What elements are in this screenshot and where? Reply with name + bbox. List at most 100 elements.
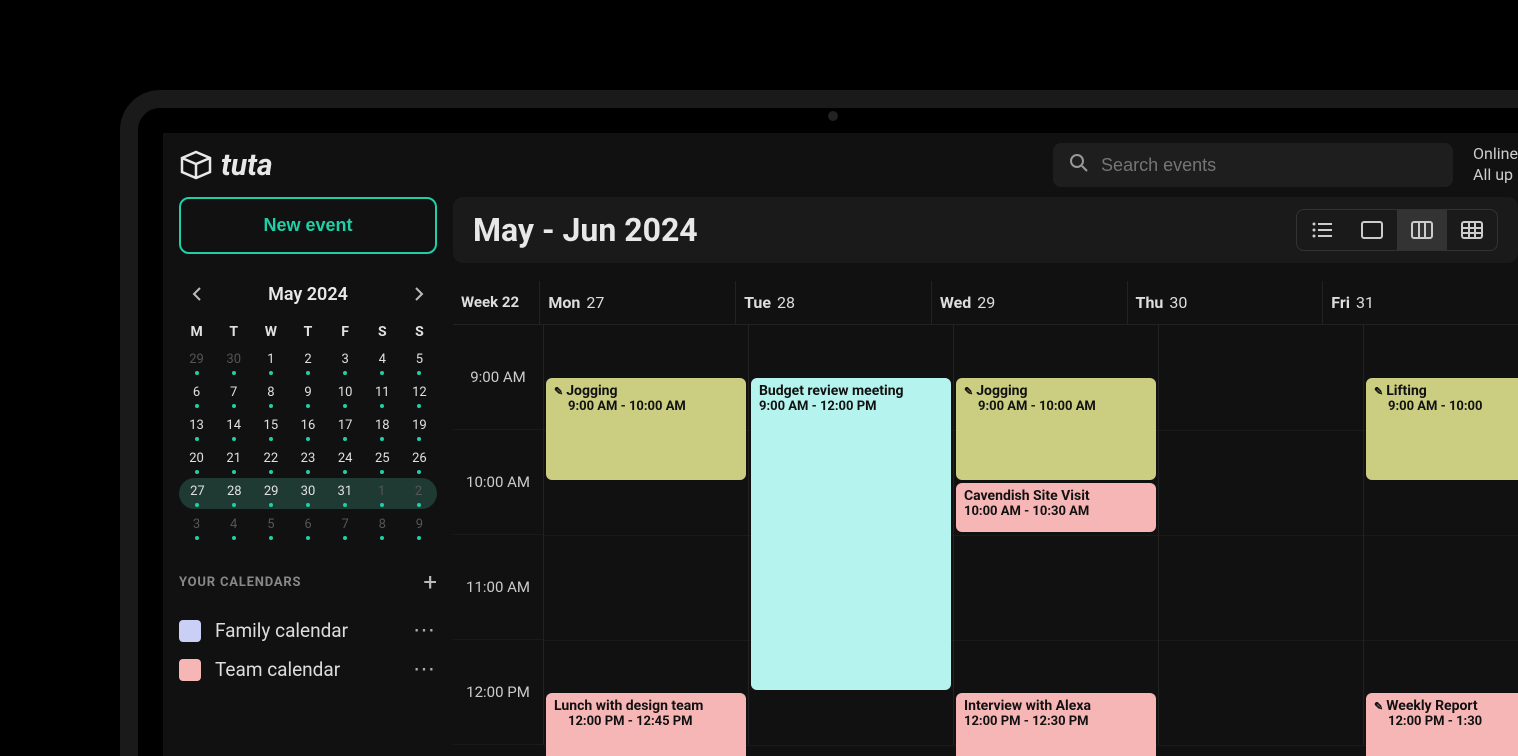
main: New event May 2024 MTWTFSS29301234567891… (163, 197, 1518, 756)
calendar-item[interactable]: Family calendar⋯ (179, 618, 437, 643)
day-column[interactable]: ✎Jogging9:00 AM - 10:00 AMCavendish Site… (953, 325, 1158, 745)
mini-day[interactable]: 3 (328, 346, 363, 377)
next-month-button[interactable] (405, 280, 433, 308)
brand-text: tuta (221, 148, 273, 183)
day-column[interactable]: ✎Jogging9:00 AM - 10:00 AMLunch with des… (543, 325, 748, 745)
mini-day[interactable]: 3 (179, 511, 214, 542)
mini-day[interactable]: 9 (290, 379, 325, 410)
mini-day[interactable]: 30 (216, 346, 251, 377)
mini-dow: T (216, 320, 251, 344)
mini-day[interactable]: 16 (290, 412, 325, 443)
day-column[interactable]: Budget review meeting9:00 AM - 12:00 PM (748, 325, 953, 745)
calendar-list: Family calendar⋯ Team calendar ⋯ (179, 618, 437, 682)
calendar-label: Team calendar (215, 658, 399, 681)
mini-day[interactable]: 29 (179, 346, 214, 377)
day-header[interactable]: Mon27 (539, 281, 735, 324)
view-switcher (1296, 209, 1498, 251)
mini-day[interactable]: 17 (328, 412, 363, 443)
mini-day[interactable]: 19 (402, 412, 437, 443)
event-time: 9:00 AM - 10:00 (1374, 399, 1518, 414)
mini-day[interactable]: 30 (290, 478, 327, 509)
mini-day[interactable]: 20 (179, 445, 214, 476)
calendar-item[interactable]: Team calendar ⋯ (179, 657, 437, 682)
mini-day[interactable]: 31 (326, 478, 363, 509)
event-title: ✎Jogging (554, 383, 738, 399)
event[interactable]: ✎Jogging9:00 AM - 10:00 AM (546, 378, 746, 480)
mini-cal-grid: MTWTFSS293012345678910111213141516171819… (179, 320, 437, 542)
event-time: 10:00 AM - 10:30 AM (964, 504, 1148, 519)
view-day-button[interactable] (1347, 210, 1397, 250)
mini-day[interactable]: 18 (365, 412, 400, 443)
mini-day[interactable]: 14 (216, 412, 251, 443)
event-title: ✎Lifting (1374, 383, 1518, 399)
mini-day[interactable]: 28 (216, 478, 253, 509)
mini-day[interactable]: 23 (290, 445, 325, 476)
day-column[interactable] (1158, 325, 1363, 745)
mini-day[interactable]: 15 (253, 412, 288, 443)
day-header[interactable]: Thu30 (1127, 281, 1323, 324)
calendars-title: YOUR CALENDARS (179, 575, 301, 590)
prev-month-button[interactable] (183, 280, 211, 308)
new-event-button[interactable]: New event (179, 197, 437, 254)
event-time: 12:00 PM - 1:30 (1374, 714, 1518, 729)
mini-day[interactable]: 7 (216, 379, 251, 410)
mini-day[interactable]: 4 (216, 511, 251, 542)
event-time: 9:00 AM - 12:00 PM (759, 399, 943, 414)
mini-day[interactable]: 5 (253, 511, 288, 542)
mini-day[interactable]: 22 (253, 445, 288, 476)
mini-day[interactable]: 1 (363, 478, 400, 509)
view-month-button[interactable] (1447, 210, 1497, 250)
event[interactable]: Interview with Alexa12:00 PM - 12:30 PM (956, 693, 1156, 756)
mini-dow: M (179, 320, 214, 344)
content: May - Jun 2024 (453, 197, 1518, 756)
day-header[interactable]: Tue28 (735, 281, 931, 324)
mini-dow: S (402, 320, 437, 344)
mini-day[interactable]: 2 (400, 478, 437, 509)
mini-day[interactable]: 26 (402, 445, 437, 476)
brand-logo[interactable]: tuta (179, 148, 273, 183)
mini-day[interactable]: 21 (216, 445, 251, 476)
add-calendar-button[interactable]: + (423, 568, 437, 596)
mini-day[interactable]: 27 (179, 478, 216, 509)
day-header[interactable]: Fri31 (1322, 281, 1518, 324)
event[interactable]: Budget review meeting9:00 AM - 12:00 PM (751, 378, 951, 690)
mini-day[interactable]: 9 (402, 511, 437, 542)
mini-day[interactable]: 13 (179, 412, 214, 443)
device-frame: tuta Online All up New event (120, 90, 1518, 756)
view-week-button[interactable] (1397, 210, 1447, 250)
day-column[interactable]: ✎Lifting9:00 AM - 10:00✎Weekly Report12:… (1363, 325, 1518, 745)
calendar-menu-button[interactable]: ⋯ (413, 657, 437, 682)
mini-day[interactable]: 10 (328, 379, 363, 410)
mini-day[interactable]: 6 (290, 511, 325, 542)
calendar-grid: Week 22 Mon27Tue28Wed29Thu30Fri31 9:00 A… (453, 281, 1518, 756)
mini-day[interactable]: 4 (365, 346, 400, 377)
mini-day[interactable]: 7 (328, 511, 363, 542)
mini-day[interactable]: 8 (365, 511, 400, 542)
mini-day[interactable]: 29 (253, 478, 290, 509)
event[interactable]: ✎Jogging9:00 AM - 10:00 AM (956, 378, 1156, 480)
mini-day[interactable]: 6 (179, 379, 214, 410)
calendar-swatch (179, 620, 201, 642)
event[interactable]: Cavendish Site Visit10:00 AM - 10:30 AM (956, 483, 1156, 533)
search-input[interactable] (1101, 155, 1437, 176)
mini-day[interactable]: 25 (365, 445, 400, 476)
mini-day[interactable]: 1 (253, 346, 288, 377)
search-box[interactable] (1053, 143, 1453, 187)
calendar-menu-button[interactable]: ⋯ (413, 618, 437, 643)
status-line2: All up (1473, 165, 1518, 186)
view-agenda-button[interactable] (1297, 210, 1347, 250)
mini-day[interactable]: 11 (365, 379, 400, 410)
mini-day[interactable]: 24 (328, 445, 363, 476)
event[interactable]: Lunch with design team12:00 PM - 12:45 P… (546, 693, 746, 756)
search-icon (1069, 153, 1089, 177)
day-header[interactable]: Wed29 (931, 281, 1127, 324)
hour-label: 12:00 PM (453, 640, 543, 745)
mini-day[interactable]: 12 (402, 379, 437, 410)
mini-day[interactable]: 8 (253, 379, 288, 410)
mini-day[interactable]: 2 (290, 346, 325, 377)
calendar-swatch (179, 659, 201, 681)
event[interactable]: ✎Weekly Report12:00 PM - 1:30 (1366, 693, 1518, 756)
mini-day[interactable]: 5 (402, 346, 437, 377)
event[interactable]: ✎Lifting9:00 AM - 10:00 (1366, 378, 1518, 480)
mini-selected-week: 272829303112 (179, 478, 437, 509)
